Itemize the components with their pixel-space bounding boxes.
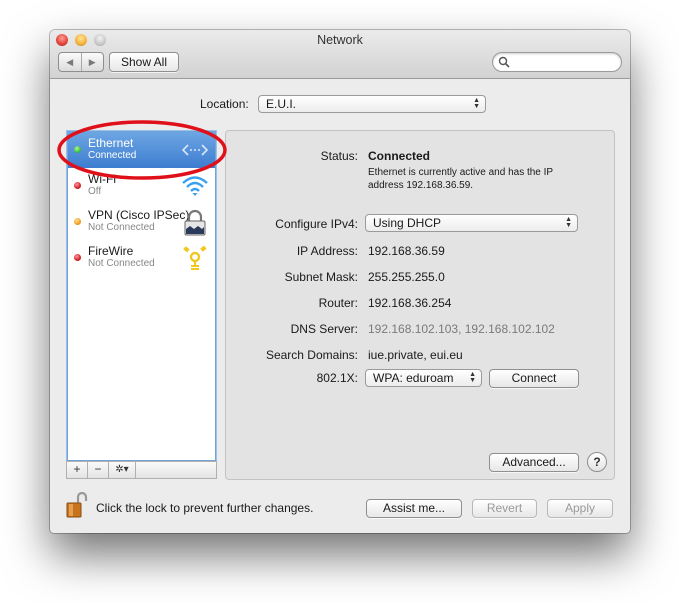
- status-label: Status:: [320, 149, 358, 163]
- service-list-toolbar: + − ✲▾: [66, 461, 217, 479]
- firewire-icon: [183, 245, 207, 270]
- configure-ipv4-value: Using DHCP: [373, 216, 442, 230]
- service-name: Wi-Fi: [88, 172, 116, 186]
- remove-service-button[interactable]: −: [88, 462, 109, 478]
- service-item-vpn[interactable]: VPN (Cisco IPSec) Not Connected: [68, 204, 215, 240]
- service-status: Off: [88, 186, 102, 197]
- service-name: VPN (Cisco IPSec): [88, 208, 190, 222]
- dot1x-value: WPA: eduroam: [373, 371, 454, 385]
- dns-server-value: 192.168.102.103, 192.168.102.102: [368, 322, 555, 336]
- back-forward-control: ◀ ▶: [58, 52, 104, 72]
- lock-message: Click the lock to prevent further change…: [96, 501, 314, 515]
- ip-address-label: IP Address:: [296, 244, 358, 258]
- status-dot-red: [74, 254, 81, 261]
- assist-me-button[interactable]: Assist me...: [366, 499, 462, 518]
- popup-arrows-icon: ▲ ▼: [565, 216, 572, 229]
- search-field[interactable]: [492, 52, 622, 72]
- dns-server-label: DNS Server:: [290, 322, 358, 336]
- configure-ipv4-popup[interactable]: Using DHCP ▲ ▼: [365, 214, 578, 232]
- router-label: Router:: [318, 296, 358, 310]
- service-status: Connected: [88, 150, 137, 161]
- revert-button[interactable]: Revert: [472, 499, 537, 518]
- forward-button[interactable]: ▶: [82, 53, 104, 71]
- show-all-button[interactable]: Show All: [109, 52, 179, 72]
- status-dot-green: [74, 146, 81, 153]
- service-status: Not Connected: [88, 258, 155, 269]
- network-preferences-window: Network ◀ ▶ Show All Location: E.U.I. ▲ ▼…: [50, 30, 630, 533]
- service-list: Ethernet Connected Wi-Fi Off VPN (Cisco …: [66, 130, 217, 462]
- status-description: Ethernet is currently active and has the…: [368, 167, 553, 191]
- gear-menu-button[interactable]: ✲▾: [109, 462, 136, 478]
- service-item-wifi[interactable]: Wi-Fi Off: [68, 168, 215, 204]
- search-domains-label: Search Domains:: [265, 348, 358, 362]
- status-value: Connected: [368, 149, 431, 163]
- search-domains-value: iue.private, eui.eu: [368, 348, 463, 362]
- service-details-panel: Status: Connected Ethernet is currently …: [225, 130, 615, 480]
- service-item-firewire[interactable]: FireWire Not Connected: [68, 240, 215, 276]
- router-value: 192.168.36.254: [368, 296, 452, 310]
- connect-button[interactable]: Connect: [489, 369, 579, 388]
- ethernet-icon: [181, 144, 209, 156]
- add-service-button[interactable]: +: [67, 462, 88, 478]
- title-bar: Network ◀ ▶ Show All: [50, 30, 630, 79]
- lock-icon[interactable]: [66, 492, 88, 518]
- service-status: Not Connected: [88, 222, 155, 233]
- back-button[interactable]: ◀: [59, 53, 82, 71]
- location-popup[interactable]: E.U.I. ▲ ▼: [258, 95, 486, 113]
- dot1x-popup[interactable]: WPA: eduroam ▲ ▼: [365, 369, 482, 387]
- window-title: Network: [317, 33, 363, 47]
- subnet-mask-label: Subnet Mask:: [284, 270, 358, 284]
- configure-ipv4-label: Configure IPv4:: [275, 217, 358, 231]
- popup-arrows-icon: ▲ ▼: [473, 97, 480, 110]
- status-dot-red: [74, 182, 81, 189]
- location-value: E.U.I.: [266, 97, 297, 111]
- service-item-ethernet[interactable]: Ethernet Connected: [68, 132, 215, 168]
- vpn-lock-icon: [184, 209, 206, 236]
- apply-button[interactable]: Apply: [547, 499, 613, 518]
- service-name: FireWire: [88, 244, 134, 258]
- location-label: Location:: [200, 97, 249, 111]
- advanced-button[interactable]: Advanced...: [489, 453, 579, 472]
- dot1x-label: 802.1X:: [316, 371, 358, 385]
- wifi-icon: [182, 176, 208, 196]
- popup-arrows-icon: ▲ ▼: [469, 371, 476, 384]
- service-name: Ethernet: [88, 136, 134, 150]
- status-dot-orange: [74, 218, 81, 225]
- help-button[interactable]: ?: [587, 452, 607, 472]
- subnet-mask-value: 255.255.255.0: [368, 270, 445, 284]
- search-icon: [498, 56, 510, 68]
- ip-address-value: 192.168.36.59: [368, 244, 445, 258]
